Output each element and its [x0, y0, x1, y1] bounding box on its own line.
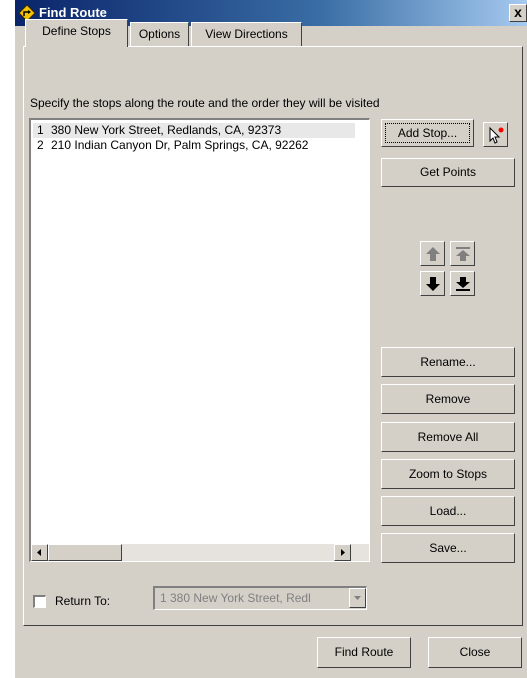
remove-all-button[interactable]: Remove All	[381, 422, 515, 452]
save-label: Save...	[429, 541, 467, 555]
move-up-icon	[426, 247, 440, 261]
focus-rect	[385, 123, 470, 143]
chevron-down-icon	[354, 596, 361, 600]
move-to-bottom-icon	[456, 277, 470, 291]
stops-list[interactable]: 1 380 New York Street, Redlands, CA, 9237…	[29, 118, 370, 562]
scroll-left-button[interactable]	[31, 544, 48, 561]
pick-point-button[interactable]	[483, 122, 508, 147]
scroll-right-icon	[341, 549, 345, 556]
remove-label: Remove	[425, 392, 471, 406]
return-to-checkbox[interactable]	[33, 595, 46, 608]
instructions-text: Specify the stops along the route and th…	[30, 96, 380, 110]
move-down-button[interactable]	[420, 271, 445, 296]
close-label: Close	[459, 645, 491, 659]
find-route-button[interactable]: Find Route	[317, 637, 411, 668]
rename-label: Rename...	[420, 355, 476, 369]
find-route-label: Find Route	[334, 645, 394, 659]
rename-button[interactable]: Rename...	[381, 347, 515, 377]
tab-options-label: Options	[138, 27, 181, 41]
return-to-select[interactable]: 1 380 New York Street, Redl	[153, 586, 367, 610]
zoom-to-stops-label: Zoom to Stops	[408, 467, 488, 481]
move-to-top-button[interactable]	[450, 241, 475, 266]
pointer-marker-icon	[489, 126, 504, 144]
save-button[interactable]: Save...	[381, 533, 515, 563]
remove-all-label: Remove All	[417, 430, 479, 444]
stop-address: 210 Indian Canyon Dr, Palm Springs, CA, …	[51, 138, 309, 152]
get-points-button[interactable]: Get Points	[381, 158, 515, 187]
add-stop-button[interactable]: Add Stop...	[381, 119, 474, 147]
tab-define-stops[interactable]: Define Stops	[25, 19, 128, 47]
stop-number: 2	[37, 138, 44, 152]
return-to-value: 1 380 New York Street, Redl	[160, 591, 311, 605]
stop-address: 380 New York Street, Redlands, CA, 92373	[51, 123, 282, 137]
scrollbar-thumb[interactable]	[48, 544, 122, 561]
move-down-icon	[426, 277, 440, 291]
close-icon: x	[514, 4, 522, 20]
close-button[interactable]: Close	[428, 637, 522, 668]
scroll-right-button[interactable]	[334, 544, 351, 561]
close-window-button[interactable]: x	[509, 4, 527, 22]
move-up-button[interactable]	[420, 241, 445, 266]
horizontal-scrollbar[interactable]	[31, 544, 369, 561]
return-to-label: Return To:	[55, 594, 111, 608]
stop-row[interactable]: 1 380 New York Street, Redlands, CA, 9237…	[33, 123, 355, 138]
return-to-dropdown-button[interactable]	[349, 588, 366, 608]
load-button[interactable]: Load...	[381, 496, 515, 526]
stop-row[interactable]: 2 210 Indian Canyon Dr, Palm Springs, CA,…	[33, 138, 308, 153]
window-title: Find Route	[39, 5, 107, 20]
get-points-label: Get Points	[419, 165, 477, 179]
move-to-top-icon	[456, 247, 470, 261]
stop-number: 1	[37, 123, 44, 137]
tab-view-directions-label: View Directions	[205, 27, 288, 41]
zoom-to-stops-button[interactable]: Zoom to Stops	[381, 459, 515, 489]
remove-button[interactable]: Remove	[381, 384, 515, 414]
tab-define-stops-label: Define Stops	[42, 24, 111, 38]
tab-view-directions[interactable]: View Directions	[191, 22, 302, 46]
move-to-bottom-button[interactable]	[450, 271, 475, 296]
load-label: Load...	[429, 504, 467, 518]
scroll-left-icon	[37, 549, 41, 556]
tab-options[interactable]: Options	[130, 22, 189, 46]
